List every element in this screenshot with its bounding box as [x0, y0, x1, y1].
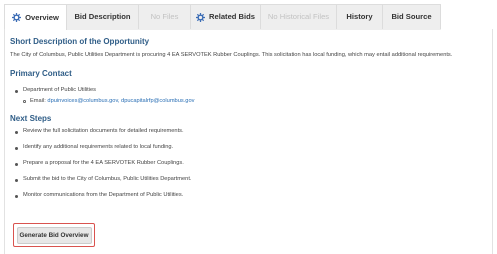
- short-description-text: The City of Columbus, Public Utilities D…: [10, 52, 453, 58]
- tab-bar: Overview Bid Description No Files Relate…: [0, 0, 497, 30]
- tab-no-historical-files: No Historical Files: [261, 5, 337, 29]
- tab-no-files: No Files: [139, 5, 191, 29]
- email-label: Email:: [30, 98, 46, 104]
- tab-bid-source[interactable]: Bid Source: [383, 5, 441, 29]
- list-item: Review the full solicitation documents f…: [14, 128, 184, 134]
- tab-bid-source-label: Bid Source: [391, 12, 432, 21]
- next-steps-heading: Next Steps: [10, 114, 52, 123]
- primary-contact-heading: Primary Contact: [10, 69, 72, 78]
- tab-overview[interactable]: Overview: [4, 5, 67, 30]
- list-item: Prepare a proposal for the 4 EA SERVOTEK…: [14, 160, 184, 166]
- short-description-heading: Short Description of the Opportunity: [10, 37, 150, 46]
- gear-icon: [196, 12, 205, 22]
- tab-bid-description-label: Bid Description: [74, 12, 131, 21]
- tab-strip: Overview Bid Description No Files Relate…: [4, 4, 441, 30]
- generate-button-highlight: Generate Bid Overview: [13, 223, 95, 247]
- gear-icon: [12, 13, 22, 22]
- tab-no-historical-files-label: No Historical Files: [267, 12, 330, 21]
- list-item: Identify any additional requirements rel…: [14, 144, 173, 150]
- contact-email-line: Email: dpuinvoices@columbus.gov, dpucapi…: [22, 98, 194, 104]
- tab-history-label: History: [346, 12, 373, 21]
- contact-department: Department of Public Utilities: [14, 87, 96, 93]
- list-item: Monitor communications from the Departme…: [14, 192, 183, 198]
- tab-overview-label: Overview: [25, 12, 59, 22]
- tab-no-files-label: No Files: [150, 12, 179, 21]
- tab-history[interactable]: History: [337, 5, 383, 29]
- generate-bid-overview-button[interactable]: Generate Bid Overview: [16, 226, 92, 244]
- tab-bid-description[interactable]: Bid Description: [67, 5, 139, 29]
- contact-list: Department of Public Utilities: [14, 87, 96, 93]
- tab-related-bids[interactable]: Related Bids: [191, 5, 261, 29]
- tab-related-bids-label: Related Bids: [209, 12, 255, 21]
- overview-panel: [4, 29, 493, 254]
- list-item: Submit the bid to the City of Columbus, …: [14, 176, 192, 182]
- email-links[interactable]: dpuinvoices@columbus.gov, dpucapitalrfp@…: [47, 98, 194, 104]
